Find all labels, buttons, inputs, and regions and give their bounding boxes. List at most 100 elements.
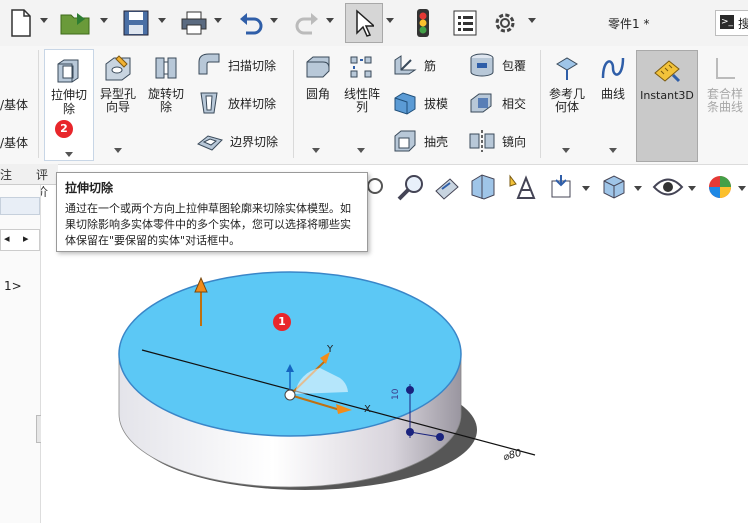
- section-view-icon: [471, 174, 495, 200]
- curves-button[interactable]: 曲线: [594, 54, 632, 101]
- edit-appearance-button[interactable]: [706, 172, 734, 202]
- extrude-cut-tooltip: 拉伸切除 通过在一个或两个方向上拉伸草图轮廓来切除实体模型。如果切除影响多实体零…: [56, 172, 368, 252]
- ribbon-separator: [293, 50, 294, 158]
- tree-item-partial[interactable]: 1>: [4, 279, 22, 293]
- fit-spline-icon: [716, 58, 735, 79]
- draft-label: 拔模: [424, 96, 449, 111]
- reference-geometry-label: 参考几何体: [548, 87, 585, 114]
- fillet-dropdown-arrow[interactable]: [312, 148, 320, 153]
- loft-cut-icon: [200, 92, 218, 114]
- undo-dropdown-arrow[interactable]: [270, 18, 278, 23]
- options-button[interactable]: [490, 6, 520, 40]
- draft-button[interactable]: 拔模: [392, 90, 448, 116]
- document-title: 零件1 *: [608, 17, 650, 31]
- fit-spline-label: 套合样条曲线: [706, 87, 743, 114]
- file-properties-button[interactable]: [450, 6, 480, 40]
- intersect-button[interactable]: 相交: [468, 90, 526, 116]
- panel-tab-strip[interactable]: [0, 197, 40, 215]
- print-dropdown-arrow[interactable]: [214, 18, 222, 23]
- undo-button[interactable]: [236, 6, 266, 40]
- linear-pattern-dropdown-arrow[interactable]: [357, 148, 365, 153]
- section-view-button[interactable]: [468, 172, 498, 202]
- extrude-cut-dropdown-arrow[interactable]: [65, 152, 73, 157]
- tooltip-title: 拉伸切除: [65, 181, 114, 195]
- rib-button[interactable]: 筋: [392, 52, 436, 78]
- callout-badge-2: 2: [55, 120, 73, 138]
- display-style-dropdown-arrow[interactable]: [634, 186, 642, 191]
- boss-base-label-partial-1[interactable]: /基体: [0, 96, 28, 113]
- curves-icon: [601, 57, 625, 79]
- linear-pattern-icon: [350, 56, 372, 78]
- revolve-cut-icon: [155, 57, 177, 79]
- dynamic-annotation-button[interactable]: [504, 172, 538, 202]
- save-dropdown-arrow[interactable]: [158, 18, 166, 23]
- dimension-point-top[interactable]: [406, 386, 414, 394]
- appearance-dropdown-arrow[interactable]: [738, 186, 746, 191]
- revolve-cut-button[interactable]: 旋转切除: [144, 54, 188, 114]
- select-dropdown-arrow[interactable]: [386, 18, 394, 23]
- wrap-button[interactable]: 包覆: [468, 52, 526, 78]
- hide-show-dropdown-arrow[interactable]: [688, 186, 696, 191]
- mirror-label: 镜向: [502, 134, 527, 149]
- command-prompt-icon: >_: [720, 15, 734, 29]
- zoom-area-button[interactable]: [396, 172, 426, 202]
- boss-base-label-partial-2[interactable]: /基体: [0, 134, 28, 151]
- redo-dropdown-arrow[interactable]: [326, 18, 334, 23]
- zoom-to-fit-button[interactable]: [366, 172, 384, 202]
- traffic-light-icon: [417, 9, 429, 37]
- new-document-button[interactable]: [6, 6, 36, 40]
- loft-cut-button[interactable]: 放样切除: [196, 90, 276, 116]
- appearance-ball-icon: [709, 176, 731, 198]
- view-orientation-dropdown-arrow[interactable]: [582, 186, 590, 191]
- shell-button[interactable]: 抽壳: [392, 128, 448, 154]
- triad-origin[interactable]: [284, 389, 296, 401]
- extrude-cut-button[interactable]: 拉伸切除: [44, 49, 94, 161]
- revolve-cut-label: 旋转切除: [147, 87, 184, 114]
- open-dropdown-arrow[interactable]: [100, 18, 108, 23]
- height-dimension-text[interactable]: 10: [391, 389, 401, 400]
- display-style-button[interactable]: [600, 172, 628, 202]
- fit-spline-button[interactable]: 套合样条曲线: [702, 54, 748, 114]
- print-button[interactable]: [178, 6, 210, 40]
- triad-y-label: Y: [327, 344, 334, 355]
- curves-dropdown-arrow[interactable]: [609, 148, 617, 153]
- swept-cut-label: 扫描切除: [228, 58, 277, 73]
- fillet-button[interactable]: 圆角: [298, 54, 338, 101]
- hole-wizard-dropdown-arrow[interactable]: [114, 148, 122, 153]
- wrap-icon: [470, 53, 494, 77]
- annotation-light-icon: [509, 174, 536, 199]
- save-button[interactable]: [120, 6, 152, 40]
- curves-label: 曲线: [600, 87, 625, 101]
- instant3d-toggle[interactable]: Instant3D: [636, 50, 698, 162]
- zoom-fit-icon: [367, 178, 383, 194]
- feature-manager-panel: ◂ ▸ 1>: [0, 185, 46, 523]
- options-dropdown-arrow[interactable]: [528, 18, 536, 23]
- magnifier-icon: [397, 175, 423, 201]
- hide-show-items-button[interactable]: [652, 172, 684, 202]
- select-button[interactable]: [345, 3, 383, 43]
- command-search-box[interactable]: >_ 搜: [715, 10, 748, 36]
- rebuild-button[interactable]: [410, 6, 436, 40]
- view-orientation-button[interactable]: [546, 172, 576, 202]
- callout-badge-1: 1: [273, 313, 291, 331]
- swept-cut-button[interactable]: 扫描切除: [196, 52, 276, 78]
- tab-sketch-partial[interactable]: 注: [0, 166, 12, 183]
- linear-pattern-label: 线性阵列: [343, 87, 380, 114]
- mirror-icon: [469, 130, 495, 152]
- fillet-icon: [306, 56, 330, 78]
- scroll-left-button[interactable]: ◂: [4, 232, 10, 245]
- linear-pattern-button[interactable]: 线性阵列: [342, 54, 382, 114]
- boundary-cut-label: 边界切除: [230, 134, 279, 149]
- scroll-right-button[interactable]: ▸: [23, 232, 29, 245]
- reference-geometry-button[interactable]: 参考几何体: [544, 54, 590, 114]
- fillet-label: 圆角: [305, 87, 330, 101]
- mirror-button[interactable]: 镜向: [468, 128, 526, 154]
- open-button[interactable]: [58, 6, 94, 40]
- new-dropdown-arrow[interactable]: [40, 18, 48, 23]
- reference-geometry-dropdown-arrow[interactable]: [562, 148, 570, 153]
- previous-view-button[interactable]: [432, 172, 462, 202]
- boundary-cut-button[interactable]: 边界切除: [196, 128, 278, 154]
- instant3d-label: Instant3D: [640, 89, 694, 102]
- redo-button[interactable]: [292, 6, 322, 40]
- hole-wizard-button[interactable]: 异型孔向导: [96, 54, 140, 114]
